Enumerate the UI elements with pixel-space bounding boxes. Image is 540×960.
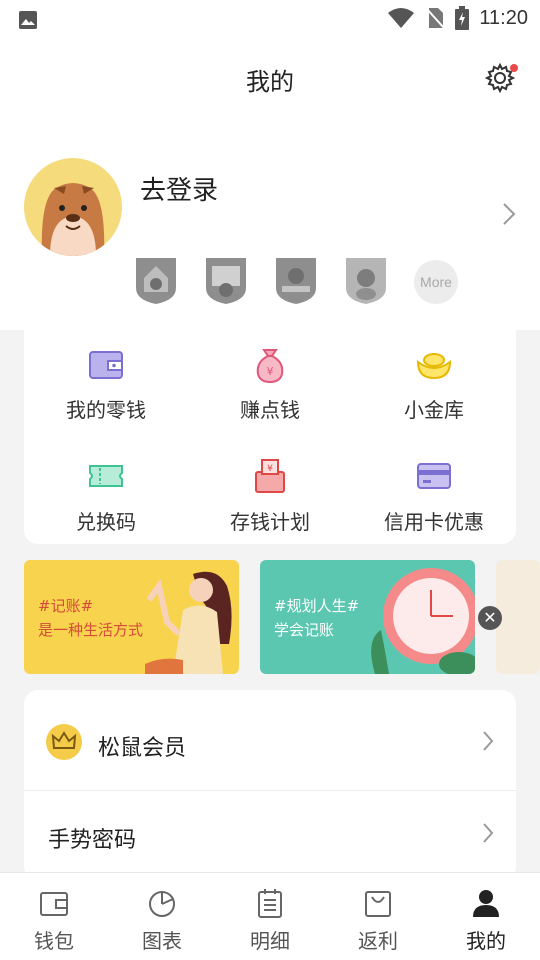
tab-label: 明细	[250, 929, 290, 953]
menu-label: 松鼠会员	[98, 736, 187, 761]
svg-text:¥: ¥	[267, 365, 274, 378]
banner-line: 是一种生活方式	[38, 621, 144, 639]
grid-label: 存钱计划	[230, 510, 310, 534]
wifi-icon	[388, 8, 415, 28]
tab-rebate[interactable]: 返利	[324, 873, 432, 960]
shopping-bag-icon	[365, 891, 391, 917]
gold-ingot-icon	[416, 353, 452, 380]
banner-next-peek[interactable]	[496, 560, 540, 674]
banner-line: #规划人生#	[274, 597, 360, 615]
grid-item-redeem[interactable]: 兑换码	[24, 456, 188, 535]
chevron-right-icon[interactable]	[502, 202, 516, 226]
savings-box-icon: ¥	[255, 459, 285, 493]
avatar[interactable]	[24, 158, 122, 256]
tab-label: 返利	[358, 929, 398, 953]
woman-illustration	[145, 571, 232, 674]
chevron-right-icon	[483, 823, 494, 843]
login-link[interactable]: 去登录	[140, 170, 218, 207]
status-time: 11:20	[479, 6, 528, 29]
menu-row-vip[interactable]: 松鼠会员	[24, 694, 516, 790]
feature-grid: 我的零钱 ¥ 赚点钱 小金库 兑换码 ¥ 存钱计划 信用卡优惠	[24, 330, 516, 544]
menu-label: 手势密码	[48, 828, 137, 853]
badge-more-button[interactable]: More	[414, 260, 458, 304]
locked-badge-board-icon[interactable]	[204, 256, 248, 306]
locked-badge-desk-icon[interactable]	[274, 256, 318, 306]
grid-label: 信用卡优惠	[384, 510, 484, 534]
no-sim-icon	[425, 7, 446, 29]
grid-item-vault[interactable]: 小金库	[352, 344, 516, 423]
page-header: 我的	[0, 38, 540, 120]
locked-badge-squirrel-icon[interactable]	[344, 256, 388, 306]
grid-item-savings[interactable]: ¥ 存钱计划	[188, 456, 352, 535]
grid-label: 赚点钱	[240, 398, 300, 422]
grid-label: 兑换码	[76, 510, 136, 534]
locked-badge-house-icon[interactable]	[134, 256, 178, 306]
tab-details[interactable]: 明细	[216, 873, 324, 960]
banner-carousel[interactable]: #记账# 是一种生活方式 #规划人生# 学会记账	[0, 560, 540, 676]
pie-chart-icon	[149, 891, 175, 917]
profile-section[interactable]: 去登录 More	[0, 120, 540, 330]
grid-label: 小金库	[404, 398, 464, 422]
bottom-tab-bar: 钱包 图表 明细 返利 我的	[0, 872, 540, 960]
tab-wallet[interactable]: 钱包	[0, 873, 108, 960]
grid-item-credit-card[interactable]: 信用卡优惠	[352, 456, 516, 535]
grid-item-earn[interactable]: ¥ 赚点钱	[188, 344, 352, 423]
status-bar: 11:20	[0, 0, 540, 38]
menu-row-gesture-password[interactable]: 手势密码	[24, 786, 516, 882]
wallet-tab-icon	[40, 892, 68, 916]
clock-illustration	[371, 568, 475, 674]
page-title: 我的	[246, 68, 294, 96]
grid-label: 我的零钱	[66, 398, 146, 422]
banner-line: 学会记账	[274, 621, 335, 639]
svg-text:¥: ¥	[267, 464, 273, 474]
credit-card-icon	[417, 463, 451, 489]
banner-text: #规划人生# 学会记账	[274, 594, 359, 642]
tab-mine[interactable]: 我的	[432, 873, 540, 960]
user-icon	[473, 890, 499, 917]
banner-bookkeeping-lifestyle[interactable]: #记账# 是一种生活方式	[24, 560, 239, 674]
tab-label: 图表	[142, 929, 182, 953]
notification-dot	[510, 64, 518, 72]
banner-line: #记账#	[38, 597, 94, 615]
money-bag-icon: ¥	[256, 349, 284, 384]
banner-plan-life[interactable]: #规划人生# 学会记账	[260, 560, 475, 674]
grid-item-wallet[interactable]: 我的零钱	[24, 344, 188, 423]
battery-charging-icon	[455, 6, 470, 30]
wallet-icon	[89, 351, 123, 379]
banner-text: #记账# 是一种生活方式	[38, 594, 143, 642]
squirrel-avatar-icon	[41, 183, 105, 256]
ticket-icon	[89, 465, 123, 487]
tab-label: 我的	[466, 929, 506, 953]
image-notification-icon	[19, 11, 37, 29]
crown-icon	[46, 724, 82, 760]
clipboard-list-icon	[258, 889, 282, 918]
chevron-right-icon	[483, 731, 494, 751]
banner-close-button[interactable]: ✕	[478, 606, 502, 630]
tab-charts[interactable]: 图表	[108, 873, 216, 960]
badge-row: More	[134, 256, 458, 306]
tab-label: 钱包	[34, 929, 74, 953]
settings-menu: 松鼠会员 手势密码	[24, 690, 516, 880]
